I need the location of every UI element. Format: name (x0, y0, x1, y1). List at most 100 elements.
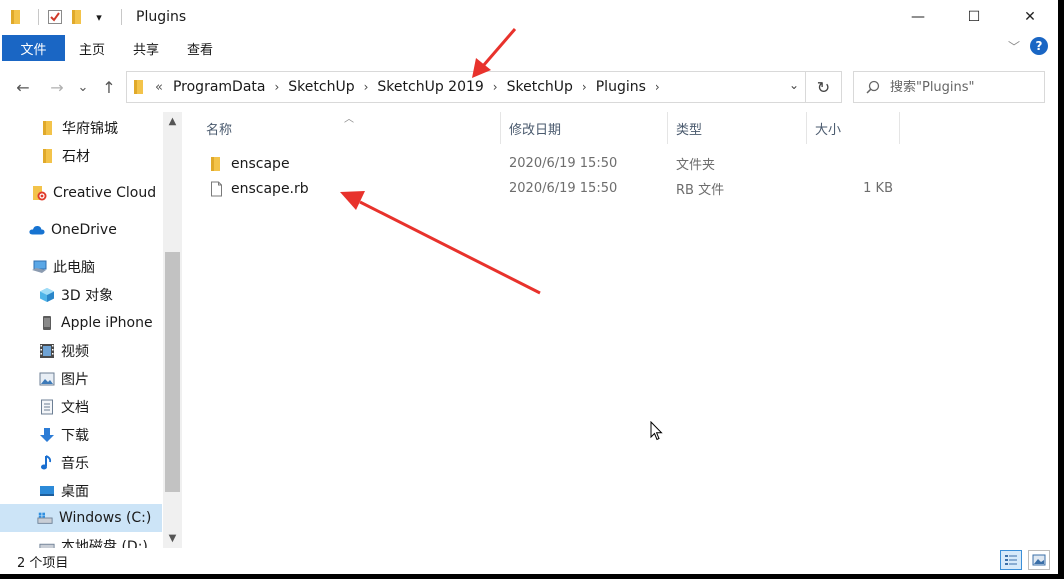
window-edge (1058, 0, 1064, 579)
scroll-up-icon[interactable]: ▲ (163, 116, 182, 127)
tab-view[interactable]: 查看 (173, 35, 227, 61)
search-input[interactable] (890, 79, 1040, 95)
type-cell: RB 文件 (676, 183, 725, 198)
folder-icon (210, 156, 222, 172)
modified-cell: 2020/6/19 15:50 (509, 181, 618, 196)
sidebar-item-label: 华府锦城 (62, 121, 118, 137)
sidebar-item-this-pc[interactable]: 此电脑 (0, 253, 162, 281)
forward-button[interactable]: → (44, 72, 70, 102)
tab-file[interactable]: 文件 (2, 35, 65, 61)
chevron-right-icon[interactable]: › (493, 80, 498, 94)
column-label: 名称 (206, 122, 233, 138)
status-bar: 2 个项目 (0, 548, 1058, 574)
sidebar-item-pictures[interactable]: 图片 (0, 365, 162, 393)
column-header-type[interactable]: 类型 (668, 112, 807, 144)
title-bar: ▾ Plugins — ☐ ✕ (0, 0, 1058, 34)
chevron-right-icon[interactable]: › (364, 80, 369, 94)
tab-share[interactable]: 共享 (119, 35, 173, 61)
table-row[interactable]: enscape 2020/6/19 15:50 文件夹 (198, 151, 898, 176)
computer-icon (31, 259, 47, 275)
crumb-programdata[interactable]: ProgramData (173, 79, 266, 95)
scroll-thumb[interactable] (165, 252, 180, 492)
address-bar[interactable]: « ProgramData › SketchUp › SketchUp 2019… (126, 71, 806, 103)
details-view-button[interactable] (1000, 550, 1022, 570)
column-label: 类型 (676, 122, 703, 138)
help-icon[interactable]: ? (1030, 37, 1048, 55)
crumb-sketchup-sub[interactable]: SketchUp (507, 79, 573, 95)
crumb-sketchup-2019[interactable]: SketchUp 2019 (377, 79, 483, 95)
sidebar-item-label: Windows (C:) (59, 510, 152, 526)
close-button[interactable]: ✕ (1002, 0, 1058, 34)
column-header-size[interactable]: 大小 (807, 112, 900, 144)
file-name: enscape (231, 155, 290, 172)
breadcrumb: ProgramData › SketchUp › SketchUp 2019 ›… (173, 79, 669, 95)
sidebar-item-label: 此电脑 (53, 260, 95, 276)
sidebar-item-videos[interactable]: 视频 (0, 337, 162, 365)
address-row: ← → ⌄ ↑ « ProgramData › SketchUp › Sketc… (0, 62, 1058, 112)
sidebar-item-3d-objects[interactable]: 3D 对象 (0, 281, 162, 309)
expand-ribbon-icon[interactable]: ﹀ (1008, 38, 1020, 55)
desktop-icon (39, 483, 55, 499)
sidebar-item-downloads[interactable]: 下载 (0, 421, 162, 449)
sidebar-item-music[interactable]: 音乐 (0, 449, 162, 477)
modified-cell: 2020/6/19 15:50 (509, 156, 618, 171)
nav-scrollbar[interactable]: ▲ ▼ (163, 112, 182, 548)
ribbon-tabs: 文件 主页 共享 查看 ﹀ ? (0, 34, 1058, 62)
item-count: 2 个项目 (17, 555, 69, 571)
sidebar-item-drive-d[interactable]: 本地磁盘 (D:) (0, 532, 162, 548)
ribbon-right: ﹀ ? (1008, 37, 1048, 55)
recent-locations-button[interactable]: ⌄ (70, 72, 96, 102)
sidebar-item-label: 石材 (62, 149, 90, 165)
sidebar-item-label: 下载 (61, 428, 89, 444)
name-cell: enscape.rb (210, 176, 309, 201)
customize-dropdown-icon[interactable]: ▾ (91, 9, 107, 25)
column-header-name[interactable]: 名称 ︿ (198, 112, 501, 144)
size-cell: 1 KB (863, 181, 893, 196)
maximize-button[interactable]: ☐ (946, 0, 1002, 34)
sidebar-item-shicai[interactable]: 石材 (0, 142, 162, 170)
chevron-right-icon[interactable]: › (274, 80, 279, 94)
downloads-icon (39, 427, 55, 443)
refresh-button[interactable]: ↻ (806, 71, 842, 103)
sidebar-item-iphone[interactable]: Apple iPhone (0, 309, 162, 337)
sidebar-item-huafu[interactable]: 华府锦城 (0, 114, 162, 142)
address-dropdown-icon[interactable]: ⌄ (789, 78, 799, 92)
iphone-icon (39, 315, 55, 331)
table-row[interactable]: enscape.rb 2020/6/19 15:50 RB 文件 1 KB (198, 176, 898, 201)
sidebar-item-onedrive[interactable]: OneDrive (0, 216, 162, 244)
large-icons-view-button[interactable] (1028, 550, 1050, 570)
up-button[interactable]: ↑ (96, 72, 122, 102)
column-label: 大小 (815, 122, 842, 138)
file-icon (210, 181, 223, 197)
crumb-plugins[interactable]: Plugins (596, 79, 646, 95)
separator (38, 9, 39, 25)
sidebar-item-label: 3D 对象 (61, 288, 114, 304)
column-header-modified[interactable]: 修改日期 (501, 112, 668, 144)
search-box[interactable] (853, 71, 1045, 103)
back-button[interactable]: ← (10, 72, 36, 102)
folder-icon (8, 9, 24, 25)
sidebar-item-label: 本地磁盘 (D:) (61, 539, 148, 548)
sidebar-item-desktop[interactable]: 桌面 (0, 477, 162, 505)
crumb-sketchup[interactable]: SketchUp (288, 79, 354, 95)
sidebar-item-label: Apple iPhone (61, 315, 153, 331)
drive-d-icon (39, 538, 55, 548)
folder-icon (40, 120, 56, 136)
type-cell: 文件夹 (676, 158, 716, 173)
properties-check-icon[interactable] (47, 9, 63, 25)
documents-icon (39, 399, 55, 415)
minimize-button[interactable]: — (890, 0, 946, 34)
mouse-cursor-icon (650, 421, 664, 441)
scroll-down-icon[interactable]: ▼ (163, 533, 182, 544)
chevron-right-icon[interactable]: › (655, 80, 660, 94)
overflow-crumb-icon[interactable]: « (155, 80, 163, 95)
sidebar-item-drive-c[interactable]: Windows (C:) (0, 504, 162, 532)
tab-home[interactable]: 主页 (65, 35, 119, 61)
new-folder-icon[interactable] (69, 9, 85, 25)
view-switcher (1000, 550, 1050, 570)
sidebar-item-label: 文档 (61, 400, 89, 416)
file-list: 名称 ︿ 修改日期 类型 大小 enscape 2020/6/19 15:50 … (198, 112, 1058, 548)
sidebar-item-documents[interactable]: 文档 (0, 393, 162, 421)
sidebar-item-creative-cloud[interactable]: Creative Cloud Files (0, 179, 162, 207)
chevron-right-icon[interactable]: › (582, 80, 587, 94)
